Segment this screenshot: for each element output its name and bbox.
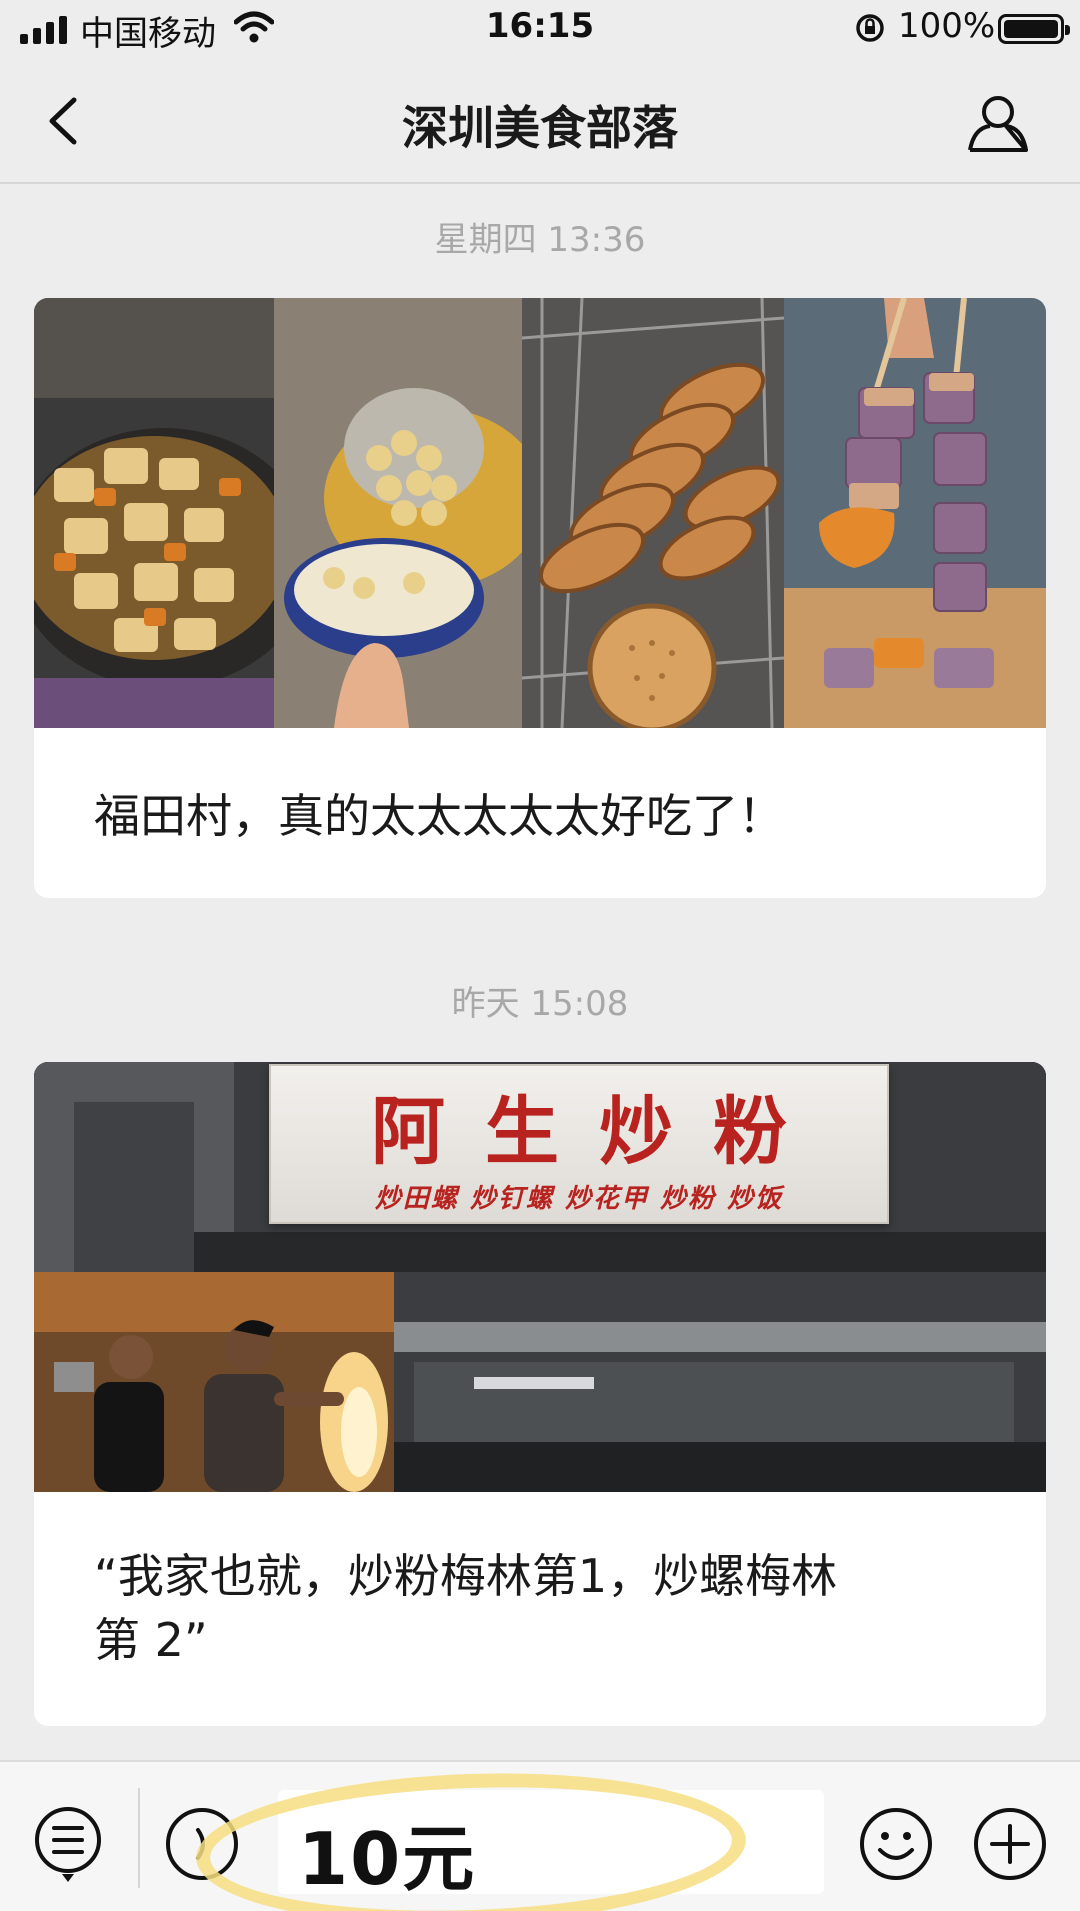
message-timestamp: 昨天 15:08 (451, 984, 629, 1024)
signboard-menu-items: 炒田螺 炒钉螺 炒花甲 炒粉 炒饭 (374, 1184, 784, 1214)
divider (138, 1788, 140, 1888)
profile-icon[interactable] (966, 92, 1030, 154)
article-card[interactable]: 福田村，真的太太太太太好吃了！ (34, 298, 1046, 898)
article-card[interactable]: 阿生炒粉 炒田螺 炒钉螺 炒花甲 炒粉 炒饭 “我家也就，炒粉梅林第1，炒螺梅林… (34, 1062, 1046, 1726)
restaurant-signboard: 阿生炒粉 炒田螺 炒钉螺 炒花甲 炒粉 炒饭 (269, 1064, 889, 1224)
rotation-lock-icon (856, 14, 884, 42)
chat-title: 深圳美食部落 (402, 101, 678, 155)
list-menu-icon[interactable] (32, 1804, 104, 1884)
food-photo-sandwich-biscuits (522, 298, 784, 728)
article-cover-image (34, 298, 1046, 728)
highlight-annotation (193, 1764, 749, 1911)
article-title: “我家也就，炒粉梅林第1，炒螺梅林 第 2” (34, 1492, 1046, 1672)
plus-icon[interactable] (972, 1806, 1048, 1882)
food-photo-taro-skewers (784, 298, 1046, 728)
article-cover-image: 阿生炒粉 炒田螺 炒钉螺 炒花甲 炒粉 炒饭 (34, 1062, 1046, 1492)
smiley-icon[interactable] (858, 1806, 934, 1882)
article-title-line: 第 2” (94, 1613, 208, 1667)
article-title: 福田村，真的太太太太太好吃了！ (94, 789, 784, 843)
battery-icon (998, 14, 1070, 44)
navigation-bar: 深圳美食部落 (0, 58, 1080, 184)
food-photo-taro-wok (34, 298, 274, 728)
battery-percentage: 100% (898, 6, 996, 46)
article-title-line: “我家也就，炒粉梅林第1，炒螺梅林 (94, 1549, 838, 1603)
chat-input-bar: 10元 (0, 1760, 1080, 1911)
signboard-title: 阿生炒粉 (371, 1089, 827, 1175)
food-photo-lotus-seed-soup (274, 298, 522, 728)
message-timestamp: 星期四 13:36 (434, 220, 646, 260)
status-bar: 中国移动 16:15 100% (0, 0, 1080, 58)
